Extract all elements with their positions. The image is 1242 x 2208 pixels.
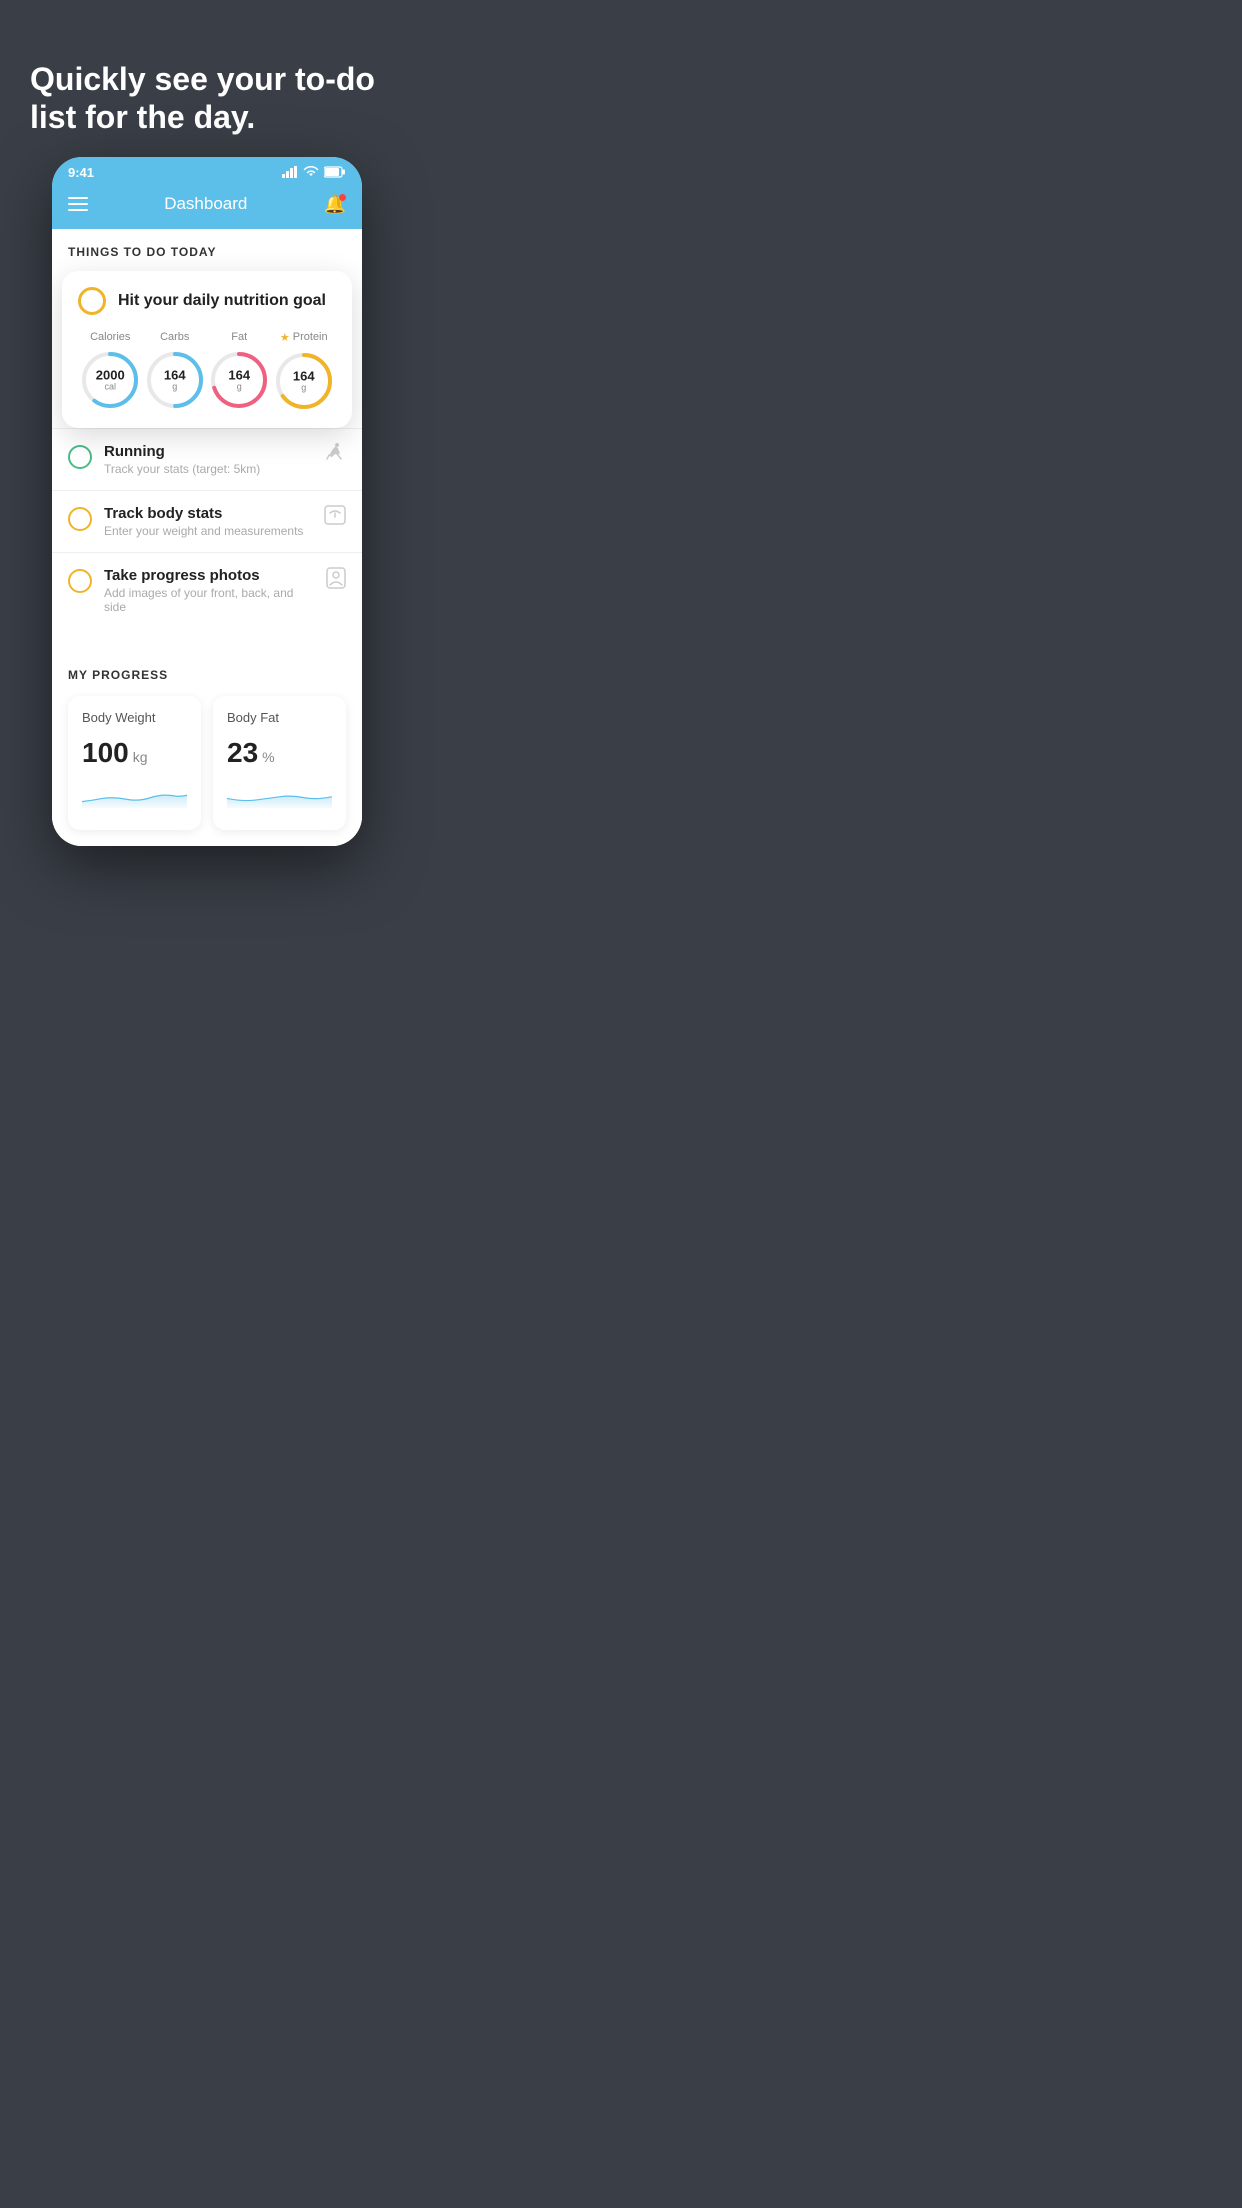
body-weight-card[interactable]: Body Weight 100 kg <box>68 696 201 830</box>
status-time: 9:41 <box>68 165 94 180</box>
body-weight-value-container: 100 kg <box>82 737 187 769</box>
body-fat-value-container: 23 % <box>227 737 332 769</box>
todo-running-circle <box>68 445 92 469</box>
protein-unit: g <box>293 382 315 392</box>
calories-unit: cal <box>96 381 125 391</box>
notification-bell[interactable]: 🔔 <box>324 194 346 215</box>
body-weight-number: 100 <box>82 737 129 769</box>
fat-item: Fat 164 g <box>208 331 270 411</box>
todo-running-name: Running <box>104 443 316 460</box>
hamburger-line3 <box>68 209 88 211</box>
todo-body-stats[interactable]: Track body stats Enter your weight and m… <box>52 490 362 552</box>
carbs-value: 164 <box>164 368 186 381</box>
calories-item: Calories 2000 cal <box>79 331 141 411</box>
todo-photos-name: Take progress photos <box>104 567 318 584</box>
status-bar: 9:41 <box>52 157 362 184</box>
todo-body-stats-text: Track body stats Enter your weight and m… <box>104 505 316 538</box>
nutrition-circles: Calories 2000 cal <box>78 331 336 412</box>
hero-title: Quickly see your to-do list for the day. <box>30 60 384 137</box>
protein-value: 164 <box>293 369 315 382</box>
carbs-circle: 164 g <box>144 349 206 411</box>
fat-unit: g <box>228 381 250 391</box>
protein-label: Protein <box>293 331 328 343</box>
carbs-unit: g <box>164 381 186 391</box>
calories-value: 2000 <box>96 368 125 381</box>
todo-list: Running Track your stats (target: 5km) <box>52 428 362 628</box>
battery-icon <box>324 166 346 178</box>
calories-label: Calories <box>90 331 130 343</box>
carbs-item: Carbs 164 g <box>144 331 206 411</box>
nav-title: Dashboard <box>164 194 247 214</box>
protein-circle: 164 g <box>273 350 335 412</box>
body-weight-label: Body Weight <box>82 710 187 725</box>
things-section-title: THINGS TO DO TODAY <box>52 245 362 271</box>
todo-progress-photos[interactable]: Take progress photos Add images of your … <box>52 552 362 628</box>
completion-circle <box>78 287 106 315</box>
scale-icon <box>324 505 346 530</box>
card-title: Hit your daily nutrition goal <box>118 292 326 310</box>
signal-icon <box>282 166 298 178</box>
hamburger-line2 <box>68 203 88 205</box>
calories-circle: 2000 cal <box>79 349 141 411</box>
todo-body-stats-name: Track body stats <box>104 505 316 522</box>
card-header: Hit your daily nutrition goal <box>78 287 336 315</box>
todo-running-sub: Track your stats (target: 5km) <box>104 462 316 476</box>
nutrition-card[interactable]: Hit your daily nutrition goal Calories <box>62 271 352 428</box>
progress-cards: Body Weight 100 kg <box>68 696 346 830</box>
body-fat-label: Body Fat <box>227 710 332 725</box>
notification-dot <box>339 194 346 201</box>
nav-bar: Dashboard 🔔 <box>52 184 362 229</box>
content-area: THINGS TO DO TODAY Hit your daily nutrit… <box>52 229 362 846</box>
wifi-icon <box>303 166 319 178</box>
todo-photos-sub: Add images of your front, back, and side <box>104 586 318 614</box>
page-wrapper: Quickly see your to-do list for the day.… <box>0 0 414 846</box>
hamburger-menu[interactable] <box>68 197 88 211</box>
todo-photos-text: Take progress photos Add images of your … <box>104 567 318 614</box>
carbs-label: Carbs <box>160 331 189 343</box>
body-fat-chart <box>227 781 332 811</box>
running-icon <box>324 443 346 466</box>
progress-section-title: MY PROGRESS <box>68 668 346 682</box>
todo-running[interactable]: Running Track your stats (target: 5km) <box>52 428 362 490</box>
protein-item: ★ Protein 164 g <box>273 331 335 412</box>
hamburger-line1 <box>68 197 88 199</box>
fat-value: 164 <box>228 368 250 381</box>
todo-body-stats-circle <box>68 507 92 531</box>
phone-mockup: 9:41 <box>52 157 362 846</box>
status-icons <box>282 166 346 178</box>
todo-body-stats-sub: Enter your weight and measurements <box>104 524 316 538</box>
hero-section: Quickly see your to-do list for the day. <box>0 0 414 157</box>
person-icon <box>326 567 346 594</box>
body-fat-unit: % <box>262 749 274 765</box>
body-weight-unit: kg <box>133 749 148 765</box>
fat-circle: 164 g <box>208 349 270 411</box>
todo-running-text: Running Track your stats (target: 5km) <box>104 443 316 476</box>
fat-label: Fat <box>231 331 247 343</box>
todo-photos-circle <box>68 569 92 593</box>
protein-label-wrapper: ★ Protein <box>280 331 328 344</box>
body-fat-card[interactable]: Body Fat 23 % <box>213 696 346 830</box>
star-icon: ★ <box>280 331 290 344</box>
body-weight-chart <box>82 781 187 811</box>
progress-section: MY PROGRESS Body Weight 100 kg <box>52 648 362 846</box>
body-fat-number: 23 <box>227 737 258 769</box>
